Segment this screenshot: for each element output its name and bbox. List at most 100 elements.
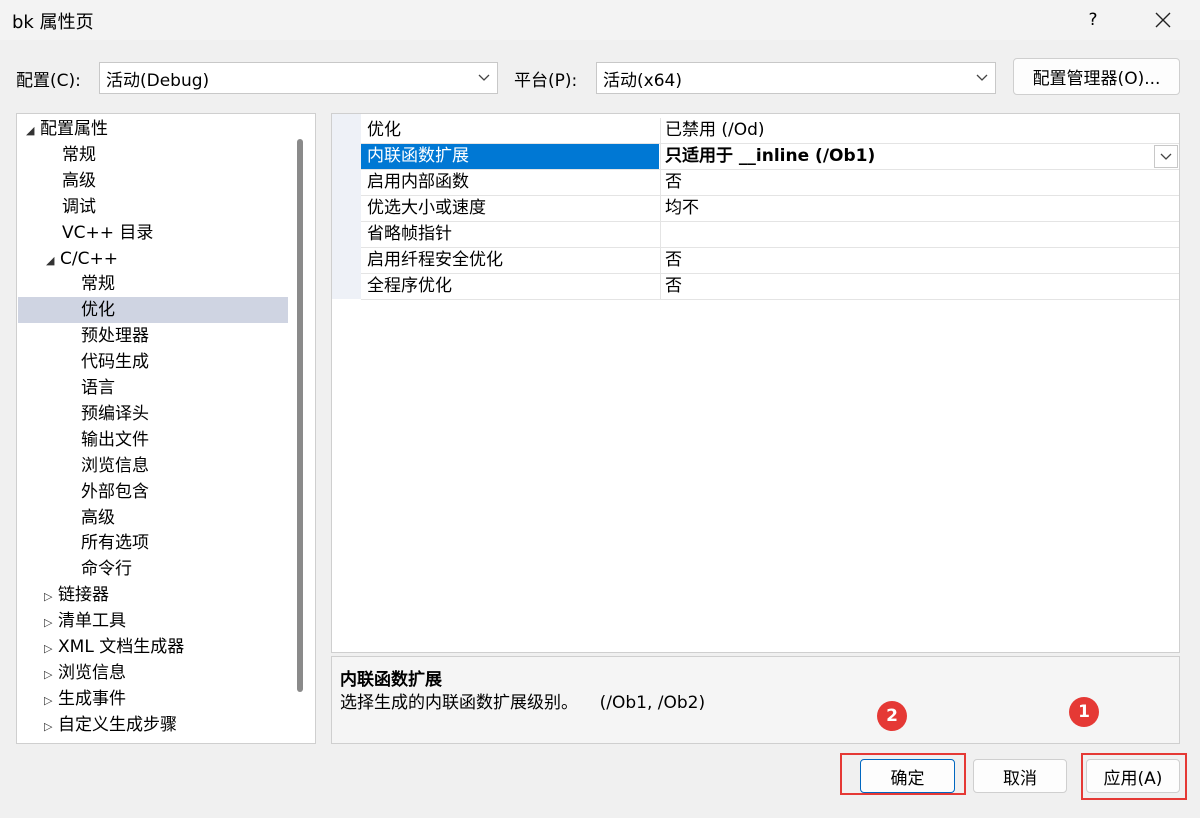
tree-item-label: 外部包含: [81, 481, 149, 502]
config-value: 活动(Debug): [106, 70, 210, 91]
annotation-badge-2: 2: [877, 701, 907, 731]
tree-item-label: 预处理器: [81, 326, 149, 347]
property-name: 全程序优化: [367, 276, 452, 296]
tree-item[interactable]: 命令行: [18, 556, 288, 582]
tree-item[interactable]: 浏览信息: [18, 453, 288, 479]
tree-item[interactable]: ▷ 自定义生成步骤: [18, 712, 288, 738]
tree-item-label: 浏览信息: [81, 455, 149, 476]
tree-item[interactable]: VC++ 目录: [18, 220, 288, 246]
property-row[interactable]: 启用内部函数 否: [361, 170, 1179, 196]
tree-item-label: 代码生成: [81, 352, 149, 373]
value-dropdown-button[interactable]: [1154, 145, 1178, 168]
config-label: 配置(C):: [16, 71, 81, 91]
tree-item[interactable]: ◢ 配置属性: [18, 116, 288, 142]
ok-button[interactable]: 确定: [860, 759, 955, 793]
property-row[interactable]: 优化 已禁用 (/Od): [361, 118, 1179, 144]
tree-item[interactable]: ▷ 浏览信息: [18, 660, 288, 686]
apply-button[interactable]: 应用(A): [1086, 759, 1180, 793]
property-value[interactable]: 均不: [660, 196, 1179, 221]
tree-item[interactable]: ▷ 清单工具: [18, 608, 288, 634]
tree-item-label: 链接器: [58, 585, 109, 606]
tree-item[interactable]: 外部包含: [18, 479, 288, 505]
tree-item[interactable]: 预编译头: [18, 401, 288, 427]
tree-item-label: VC++ 目录: [62, 222, 154, 243]
property-grid: 优化 已禁用 (/Od) 内联函数扩展 只适用于 __inline (/Ob1) 启用内…: [331, 113, 1180, 653]
chevron-down-icon: [1160, 153, 1172, 160]
property-row[interactable]: 省略帧指针: [361, 222, 1179, 248]
property-value[interactable]: 否: [660, 248, 1179, 273]
platform-value: 活动(x64): [603, 70, 682, 91]
config-dropdown[interactable]: 活动(Debug): [99, 62, 498, 94]
close-button[interactable]: [1140, 2, 1186, 38]
tree-item[interactable]: 高级: [18, 168, 288, 194]
tree-item-label: 语言: [81, 378, 115, 398]
tree-item[interactable]: ◢ C/C++: [18, 246, 288, 272]
property-row[interactable]: 启用纤程安全优化 否: [361, 248, 1179, 274]
tree-item-label: 清单工具: [58, 611, 126, 632]
tree-item-label: 生成事件: [58, 688, 126, 709]
tree-item[interactable]: 预处理器: [18, 323, 288, 349]
help-button[interactable]: ?: [1070, 2, 1116, 38]
tree-item[interactable]: ▷ 生成事件: [18, 686, 288, 712]
tree-item[interactable]: 代码生成: [18, 349, 288, 375]
annotation-badge-1: 1: [1069, 697, 1099, 727]
expand-arrow-icon[interactable]: ▷: [44, 714, 58, 740]
tree-item[interactable]: ▷ 链接器: [18, 582, 288, 608]
tree-item-label: 所有选项: [81, 533, 149, 554]
expand-arrow-icon[interactable]: ▷: [44, 610, 58, 636]
tree-item-label: 常规: [62, 144, 96, 165]
platform-label: 平台(P):: [514, 71, 578, 91]
tree-item-label: 自定义生成步骤: [58, 714, 177, 735]
property-value[interactable]: 已禁用 (/Od): [660, 118, 1179, 143]
property-value[interactable]: 否: [660, 274, 1179, 299]
property-name: 省略帧指针: [367, 224, 452, 244]
tree-scrollbar[interactable]: [297, 139, 303, 692]
close-icon: [1155, 12, 1171, 28]
tree-item-label: 调试: [62, 196, 96, 217]
tree-item[interactable]: 优化: [18, 297, 288, 324]
tree-item-label: 预编译头: [81, 403, 149, 424]
property-value[interactable]: 只适用于 __inline (/Ob1): [660, 144, 1179, 169]
description-text: 选择生成的内联函数扩展级别。 (/Ob1, /Ob2): [340, 693, 706, 713]
chevron-down-icon: [471, 63, 497, 93]
tree-item-label: 输出文件: [81, 429, 149, 450]
tree-item[interactable]: 输出文件: [18, 427, 288, 453]
property-name: 优化: [367, 120, 401, 140]
tree-item[interactable]: 调试: [18, 194, 288, 220]
property-name: 启用内部函数: [367, 172, 469, 192]
grid-gutter: [332, 114, 361, 299]
property-row[interactable]: 内联函数扩展 只适用于 __inline (/Ob1): [361, 144, 1179, 170]
property-value[interactable]: [660, 222, 1179, 247]
platform-dropdown[interactable]: 活动(x64): [596, 62, 996, 94]
tree-item[interactable]: 高级: [18, 505, 288, 531]
tree-item-label: 优化: [81, 300, 115, 321]
help-icon: ?: [1088, 10, 1098, 30]
chevron-down-icon: [969, 63, 995, 93]
tree-item[interactable]: ▷ XML 文档生成器: [18, 634, 288, 660]
property-name: 启用纤程安全优化: [367, 250, 503, 270]
property-tree: ◢ 配置属性 常规 高级 调试 VC++ 目录 ◢ C/C++ 常规 优化 预处理器 代码生成 语言 预编…: [16, 113, 316, 744]
expand-arrow-icon[interactable]: ▷: [44, 636, 58, 662]
property-name: 优选大小或速度: [367, 198, 486, 218]
property-row[interactable]: 优选大小或速度 均不: [361, 196, 1179, 222]
title-bar: [0, 0, 1200, 40]
property-row[interactable]: 全程序优化 否: [361, 274, 1179, 300]
property-value[interactable]: 否: [660, 170, 1179, 195]
property-name: 内联函数扩展: [361, 144, 659, 169]
tree-item-label: C/C++: [60, 248, 118, 269]
tree-item-label: 命令行: [81, 559, 132, 580]
expand-arrow-icon[interactable]: ▷: [44, 688, 58, 714]
tree-item-label: XML 文档生成器: [58, 637, 185, 657]
cancel-button[interactable]: 取消: [973, 759, 1067, 793]
tree-item[interactable]: 常规: [18, 142, 288, 168]
tree-item[interactable]: 语言: [18, 375, 288, 401]
collapse-arrow-icon[interactable]: ◢: [26, 118, 40, 144]
expand-arrow-icon[interactable]: ▷: [44, 662, 58, 688]
tree-item-label: 高级: [62, 170, 96, 191]
tree-item[interactable]: 所有选项: [18, 530, 288, 556]
tree-item-label: 高级: [81, 507, 115, 528]
config-manager-button[interactable]: 配置管理器(O)...: [1013, 58, 1180, 95]
expand-arrow-icon[interactable]: ▷: [44, 584, 58, 610]
tree-item[interactable]: 常规: [18, 271, 288, 297]
collapse-arrow-icon[interactable]: ◢: [46, 248, 60, 274]
